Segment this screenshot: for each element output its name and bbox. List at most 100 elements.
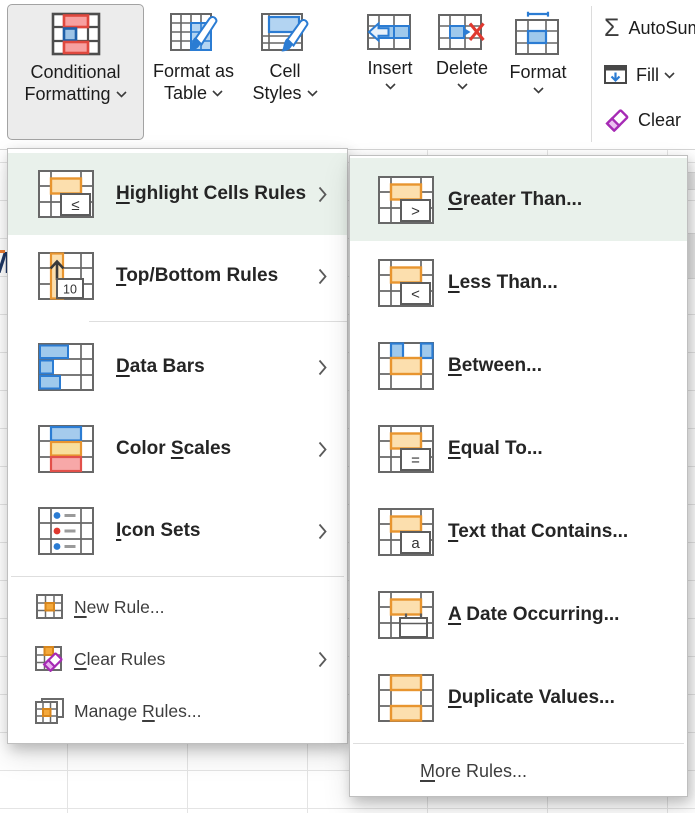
submenu-item-a-date-occurring[interactable]: A Date Occurring... bbox=[350, 573, 687, 656]
submenu-item-label: Duplicate Values... bbox=[448, 687, 615, 709]
menu-separator bbox=[89, 321, 347, 322]
clear-button[interactable]: Clear bbox=[604, 102, 681, 138]
grid-icon-sets-icon bbox=[38, 507, 94, 555]
delete-cells-button[interactable]: Delete bbox=[426, 4, 498, 138]
highlight-cells-rules-submenu: > Greater Than... < Less Than... bbox=[349, 155, 688, 797]
chevron-down-icon bbox=[457, 83, 468, 90]
svg-text:10: 10 bbox=[63, 283, 77, 297]
chevron-down-icon bbox=[664, 72, 675, 79]
menu-item-label: New Rule... bbox=[74, 597, 164, 618]
menu-item-label: Color Scales bbox=[116, 438, 231, 460]
menu-item-manage-rules[interactable]: Manage Rules... bbox=[8, 685, 347, 737]
insert-label: Insert bbox=[367, 57, 412, 79]
insert-cells-icon bbox=[367, 11, 413, 53]
svg-text:≤: ≤ bbox=[71, 197, 79, 214]
cell-styles-button[interactable]: Cell Styles bbox=[244, 4, 326, 138]
grid-equal-icon: = bbox=[378, 425, 434, 473]
cell-styles-label: Cell Styles bbox=[252, 60, 317, 104]
menu-item-label: Icon Sets bbox=[116, 520, 200, 542]
format-as-table-icon bbox=[170, 11, 218, 55]
svg-text:=: = bbox=[411, 452, 420, 469]
grid-greater-than-icon: > bbox=[378, 176, 434, 224]
format-as-table-label: Format as Table bbox=[153, 60, 234, 104]
submenu-item-label: More Rules... bbox=[420, 761, 527, 782]
format-button[interactable]: Format bbox=[500, 4, 576, 138]
svg-text:a: a bbox=[411, 535, 420, 552]
submenu-arrow-icon bbox=[318, 441, 327, 458]
chevron-down-icon bbox=[385, 83, 396, 90]
autosum-button[interactable]: Σ AutoSum bbox=[604, 12, 695, 44]
menu-item-color-scales[interactable]: Color Scales bbox=[8, 408, 347, 490]
grid-data-bars-icon bbox=[38, 343, 94, 391]
clear-label: Clear bbox=[638, 110, 681, 131]
submenu-item-text-that-contains[interactable]: a Text that Contains... bbox=[350, 490, 687, 573]
grid-calendar-icon bbox=[378, 591, 434, 639]
grid-less-equal-icon: ≤ bbox=[38, 170, 94, 218]
grid-less-than-icon: < bbox=[378, 259, 434, 307]
chevron-down-icon bbox=[533, 87, 544, 94]
submenu-arrow-icon bbox=[318, 186, 327, 203]
fill-label: Fill bbox=[636, 65, 659, 86]
menu-item-label: Data Bars bbox=[116, 356, 205, 378]
eraser-icon bbox=[604, 108, 630, 132]
delete-cells-icon bbox=[438, 11, 486, 53]
submenu-arrow-icon bbox=[318, 359, 327, 376]
format-cell-size-icon bbox=[515, 11, 561, 57]
menu-item-label: Highlight Cells Rules bbox=[116, 183, 306, 205]
submenu-item-duplicate-values[interactable]: Duplicate Values... bbox=[350, 656, 687, 739]
grid-new-rule-icon bbox=[34, 593, 66, 621]
grid-between-icon bbox=[378, 342, 434, 390]
conditional-formatting-label: Conditional Formatting bbox=[24, 61, 126, 105]
grid-layers-icon bbox=[34, 697, 66, 725]
insert-cells-button[interactable]: Insert bbox=[356, 4, 424, 138]
grid-letter-a-icon: a bbox=[378, 508, 434, 556]
chevron-down-icon bbox=[212, 90, 223, 97]
ribbon-group-divider bbox=[591, 6, 592, 142]
conditional-formatting-menu: ≤ Highlight Cells Rules 10 Top/Bottom Ru… bbox=[7, 148, 348, 744]
submenu-item-more-rules[interactable]: More Rules... bbox=[350, 748, 687, 794]
grid-duplicate-icon bbox=[378, 674, 434, 722]
menu-item-label: Manage Rules... bbox=[74, 701, 201, 722]
submenu-item-label: Equal To... bbox=[448, 438, 543, 460]
submenu-item-label: A Date Occurring... bbox=[448, 604, 619, 626]
delete-label: Delete bbox=[436, 57, 488, 79]
menu-item-top-bottom-rules[interactable]: 10 Top/Bottom Rules bbox=[8, 235, 347, 317]
submenu-arrow-icon bbox=[318, 268, 327, 285]
menu-item-label: Top/Bottom Rules bbox=[116, 265, 278, 287]
format-as-table-button[interactable]: Format as Table bbox=[146, 4, 241, 138]
menu-item-new-rule[interactable]: New Rule... bbox=[8, 581, 347, 633]
menu-item-icon-sets[interactable]: Icon Sets bbox=[8, 490, 347, 572]
svg-text:<: < bbox=[411, 286, 420, 303]
menu-separator bbox=[11, 576, 344, 577]
grid-color-scales-icon bbox=[38, 425, 94, 473]
sigma-icon: Σ bbox=[604, 14, 619, 43]
submenu-item-label: Less Than... bbox=[448, 272, 558, 294]
chevron-down-icon bbox=[307, 90, 318, 97]
submenu-item-equal-to[interactable]: = Equal To... bbox=[350, 407, 687, 490]
format-label: Format bbox=[509, 61, 566, 83]
ribbon: Conditional Formatting Format as Table bbox=[0, 0, 695, 150]
conditional-formatting-button[interactable]: Conditional Formatting bbox=[7, 4, 144, 140]
submenu-item-greater-than[interactable]: > Greater Than... bbox=[350, 158, 687, 241]
submenu-item-between[interactable]: Between... bbox=[350, 324, 687, 407]
submenu-item-label: Text that Contains... bbox=[448, 521, 628, 543]
excel-window: M Conditional Formatting bbox=[0, 0, 695, 813]
submenu-item-less-than[interactable]: < Less Than... bbox=[350, 241, 687, 324]
conditional-formatting-grid-icon bbox=[51, 12, 101, 56]
fill-button[interactable]: Fill bbox=[604, 59, 675, 91]
menu-item-highlight-cells-rules[interactable]: ≤ Highlight Cells Rules bbox=[8, 153, 347, 235]
fill-down-icon bbox=[604, 64, 628, 86]
chevron-down-icon bbox=[116, 91, 127, 98]
menu-item-clear-rules[interactable]: Clear Rules bbox=[8, 633, 347, 685]
menu-item-data-bars[interactable]: Data Bars bbox=[8, 326, 347, 408]
submenu-separator bbox=[353, 743, 684, 744]
submenu-arrow-icon bbox=[318, 523, 327, 540]
grid-eraser-icon bbox=[34, 645, 66, 673]
cell-styles-icon bbox=[261, 11, 309, 55]
svg-text:>: > bbox=[411, 203, 420, 220]
background-chart-fragment bbox=[0, 250, 5, 253]
submenu-item-label: Between... bbox=[448, 355, 542, 377]
submenu-item-label: Greater Than... bbox=[448, 189, 582, 211]
autosum-label: AutoSum bbox=[628, 18, 695, 39]
grid-top10-arrow-icon: 10 bbox=[38, 252, 94, 300]
